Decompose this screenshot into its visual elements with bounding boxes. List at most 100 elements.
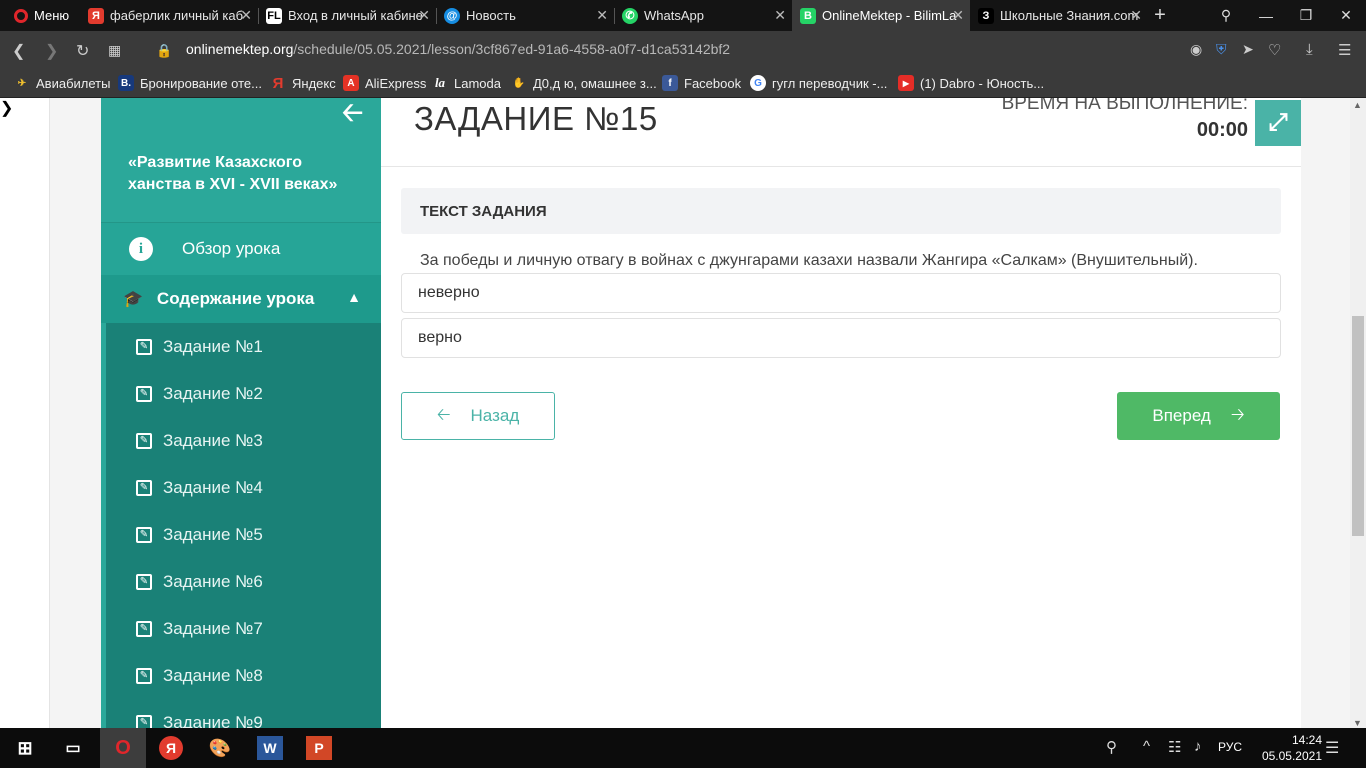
tab-title: Новость <box>466 8 516 23</box>
task-label: Задание №3 <box>163 430 263 450</box>
close-icon[interactable]: ✕ <box>596 7 608 24</box>
task-item[interactable]: ✎ Задание №8 <box>106 652 381 699</box>
notifications-icon[interactable]: ☰ <box>1325 738 1339 758</box>
back-arrow-icon[interactable]: ❮ <box>12 41 25 61</box>
task-label: Задание №1 <box>163 336 263 356</box>
arrow-left-icon: 🡠 <box>436 404 451 424</box>
task-item[interactable]: ✎ Задание №7 <box>106 605 381 652</box>
answer-option[interactable]: верно <box>401 318 1281 358</box>
opera-logo-icon <box>14 8 28 23</box>
windows-start-icon[interactable]: ⊞ <box>12 736 38 760</box>
task-item[interactable]: ✎ Задание №4 <box>106 464 381 511</box>
task-item[interactable]: ✎ Задание №1 <box>106 323 381 370</box>
chevron-up-icon[interactable]: ^ <box>1143 738 1150 755</box>
graduation-cap-icon: 🎓 <box>123 291 143 308</box>
language-indicator[interactable]: РУС <box>1218 740 1242 754</box>
paint-taskbar-icon[interactable]: 🎨 <box>207 736 233 760</box>
scroll-up-icon[interactable]: ▲ <box>1353 100 1362 110</box>
bookmark-facebook[interactable]: f Facebook <box>662 75 741 91</box>
scrollbar-thumb[interactable] <box>1352 316 1364 536</box>
opera-menu-button[interactable]: Меню <box>0 0 78 31</box>
overview-label: Обзор урока <box>182 239 281 258</box>
reload-icon[interactable]: ↻ <box>76 41 89 61</box>
bookmark-homework[interactable]: ✋ Д0,д ю, омашнее з... <box>511 75 657 91</box>
bookmark-google-translate[interactable]: G гугл переводчик -... <box>750 75 887 91</box>
task-view-icon[interactable]: ▭ <box>60 736 86 760</box>
time-label: ВРЕМЯ НА ВЫПОЛНЕНИЕ: <box>1001 98 1248 114</box>
search-tabs-icon[interactable]: ⚲ <box>1206 0 1246 31</box>
chevron-up-icon: ▲ <box>347 289 361 305</box>
task-label: Задание №9 <box>163 712 263 729</box>
volume-icon[interactable]: ♪ <box>1194 738 1202 755</box>
task-item[interactable]: ✎ Задание №9 <box>106 699 381 728</box>
url-field[interactable]: onlinemektep.org/schedule/05.05.2021/les… <box>186 41 730 57</box>
tab-onlinemektep[interactable]: B OnlineMektep - BilimLa ✕ <box>792 0 970 31</box>
minimize-icon[interactable]: — <box>1246 0 1286 31</box>
bookmark-aviabilety[interactable]: ✈ Авиабилеты <box>14 75 111 91</box>
send-icon[interactable]: ➤ <box>1242 41 1254 58</box>
bookmark-label: Авиабилеты <box>36 75 111 91</box>
restore-icon[interactable]: ❐ <box>1286 0 1326 31</box>
lesson-overview-item[interactable]: i Обзор урока <box>101 222 381 275</box>
powerpoint-taskbar-icon[interactable]: P <box>306 736 332 760</box>
timer-value: 00:00 <box>1196 119 1248 141</box>
windows-taskbar: ⊞ ▭ O Я 🎨 W P ⚲ ^ ☷ ♪ РУС 14:24 05.05.20… <box>0 728 1366 768</box>
tab-whatsapp[interactable]: ✆ WhatsApp ✕ <box>614 0 792 31</box>
znanija-icon: З <box>978 7 994 24</box>
shield-icon[interactable]: ⛨ <box>1216 41 1227 58</box>
question-text: За победы и личную отвагу в войнах с джу… <box>420 252 1198 269</box>
bookmark-booking[interactable]: B. Бронирование оте... <box>118 75 262 91</box>
tab-faberlic-search[interactable]: Я фаберлик личный каб ✕ <box>80 0 258 31</box>
edit-icon: ✎ <box>136 432 152 449</box>
heart-icon[interactable]: ♡ <box>1268 41 1281 59</box>
task-label: Задание №7 <box>163 618 263 638</box>
mail-icon: @ <box>444 7 460 24</box>
answer-option[interactable]: неверно <box>401 273 1281 313</box>
task-item[interactable]: ✎ Задание №2 <box>106 370 381 417</box>
word-taskbar-icon[interactable]: W <box>257 736 283 760</box>
bookmark-label: AliExpress <box>365 75 427 91</box>
close-icon[interactable]: ✕ <box>240 7 252 24</box>
edit-icon: ✎ <box>136 479 152 496</box>
next-button[interactable]: Вперед 🡢 <box>1117 392 1280 440</box>
tab-znanija[interactable]: З Школьные Знания.com ✕ <box>970 0 1148 31</box>
forward-arrow-icon[interactable]: ❯ <box>45 41 58 61</box>
system-clock[interactable]: 14:24 05.05.2021 <box>1262 732 1322 764</box>
network-icon[interactable]: ☷ <box>1168 738 1181 756</box>
bookmark-yandex[interactable]: Я Яндекс <box>270 75 336 92</box>
task-item[interactable]: ✎ Задание №6 <box>106 558 381 605</box>
speed-dial-icon[interactable]: ▦ <box>108 42 121 59</box>
task-header: ЗАДАНИЕ №15 ВРЕМЯ НА ВЫПОЛНЕНИЕ: 00:00 ⤢ <box>381 98 1301 167</box>
scroll-down-icon[interactable]: ▼ <box>1353 718 1362 728</box>
booking-icon: B. <box>118 75 134 91</box>
easy-setup-icon[interactable]: ☰ <box>1338 41 1351 59</box>
bookmark-label: гугл переводчик -... <box>772 75 888 91</box>
task-item[interactable]: ✎ Задание №5 <box>106 511 381 558</box>
opera-taskbar-icon[interactable]: O <box>110 736 136 760</box>
yandex-browser-taskbar-icon[interactable]: Я <box>159 736 183 760</box>
task-label: Задание №8 <box>163 665 263 685</box>
task-panel: ЗАДАНИЕ №15 ВРЕМЯ НА ВЫПОЛНЕНИЕ: 00:00 ⤢… <box>381 98 1301 728</box>
tab-news[interactable]: @ Новость ✕ <box>436 0 614 31</box>
back-arrow-icon[interactable]: 🡠 <box>342 98 363 138</box>
aliexpress-icon: A <box>343 75 359 91</box>
close-icon[interactable]: ✕ <box>952 7 964 24</box>
download-icon[interactable]: ⤓ <box>1306 41 1313 58</box>
close-icon[interactable]: ✕ <box>418 7 430 24</box>
camera-icon[interactable]: ◉ <box>1190 41 1202 58</box>
chevron-right-icon[interactable]: ❯ <box>0 98 50 728</box>
new-tab-plus-icon[interactable]: + <box>1140 0 1180 31</box>
task-item[interactable]: ✎ Задание №3 <box>106 417 381 464</box>
close-icon[interactable]: ✕ <box>774 7 786 24</box>
page-scrollbar[interactable]: ▲ ▼ <box>1350 98 1366 728</box>
bookmark-aliexpress[interactable]: A AliExpress <box>343 75 426 91</box>
lesson-contents-header[interactable]: 🎓 Содержание урока ▲ <box>101 275 381 323</box>
back-button[interactable]: 🡠 Назад <box>401 392 555 440</box>
window-close-icon[interactable]: ✕ <box>1326 0 1366 31</box>
bookmark-lamoda[interactable]: la Lamoda <box>432 75 501 91</box>
people-icon[interactable]: ⚲ <box>1106 738 1117 756</box>
bookmark-youtube[interactable]: ▶ (1) Dabro - Юность... <box>898 75 1044 91</box>
fullscreen-icon[interactable]: ⤢ <box>1255 100 1301 146</box>
info-icon: i <box>129 237 153 261</box>
tab-faberlic-login[interactable]: FL Вход в личный кабине ✕ <box>258 0 436 31</box>
